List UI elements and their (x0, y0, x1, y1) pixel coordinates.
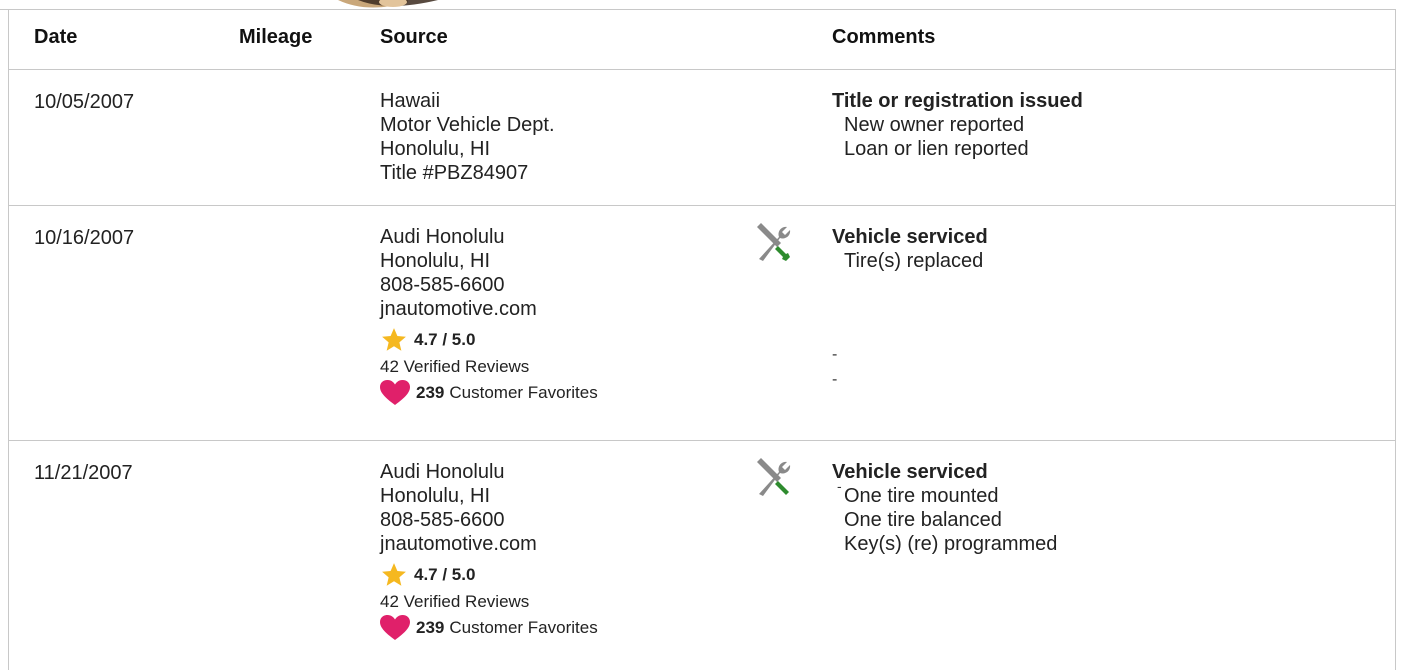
favorites-count: 239 (416, 383, 445, 402)
comment-item: New owner reported (844, 114, 1025, 136)
comment-title: Vehicle serviced (832, 461, 988, 483)
heart-icon (380, 380, 410, 405)
rating-value: 4.7 / 5.0 (414, 330, 476, 349)
favorites-label: Customer Favorites (449, 618, 598, 637)
source-line: 808-585-6600 (380, 509, 505, 531)
heart-icon (380, 615, 410, 640)
source-cell: Audi Honolulu Honolulu, HI 808-585-6600 … (380, 460, 598, 642)
source-line: Honolulu, HI (380, 138, 491, 160)
date-cell: 10/05/2007 (34, 91, 135, 113)
table-header: Date Mileage Source Comments (9, 10, 1395, 70)
dash-placeholder: - (832, 371, 838, 388)
source-line: Title #PBZ84907 (380, 162, 529, 184)
date-cell: 11/21/2007 (34, 462, 133, 484)
comment-item: Key(s) (re) programmed (844, 533, 1058, 555)
verified-reviews-link[interactable]: 42 Verified Reviews (380, 355, 598, 379)
favorites-count: 239 (416, 618, 445, 637)
source-line: Honolulu, HI (380, 250, 491, 272)
dash-placeholder: - (832, 346, 838, 363)
source-line: Audi Honolulu (380, 226, 505, 248)
source-line: Honolulu, HI (380, 485, 491, 507)
comment-title: Vehicle serviced (832, 226, 988, 248)
comments-cell: Title or registration issued New owner r… (832, 89, 1083, 161)
source-line: Audi Honolulu (380, 461, 505, 483)
source-line: Motor Vehicle Dept. (380, 114, 555, 136)
customer-favorites: 239 Customer Favorites (380, 379, 598, 407)
star-icon (382, 328, 406, 351)
column-header-mileage: Mileage (239, 26, 313, 48)
comments-cell: Vehicle serviced One tire mounted One ti… (832, 460, 1057, 556)
table-row: 10/16/2007 Audi Honolulu Honolulu, HI 80… (9, 206, 1395, 441)
dash-placeholder: - (837, 478, 842, 494)
column-header-source: Source (380, 26, 448, 48)
table-row: 11/21/2007 Audi Honolulu Honolulu, HI 80… (9, 441, 1395, 670)
star-icon (382, 563, 406, 586)
comment-item: Tire(s) replaced (844, 250, 984, 272)
column-header-date: Date (34, 26, 78, 48)
column-header-comments: Comments (832, 26, 936, 48)
date-cell: 10/16/2007 (34, 227, 135, 249)
rating-value: 4.7 / 5.0 (414, 565, 476, 584)
table-right-border (1395, 9, 1396, 670)
verified-reviews-link[interactable]: 42 Verified Reviews (380, 590, 598, 614)
vehicle-history-table: Date Mileage Source Comments 10/05/2007 … (0, 0, 1409, 670)
source-line: Hawaii (380, 90, 441, 112)
source-cell: Hawaii Motor Vehicle Dept. Honolulu, HI … (380, 89, 555, 185)
comment-item: One tire mounted (844, 485, 999, 507)
rating[interactable]: 4.7 / 5.0 (380, 325, 598, 355)
source-line[interactable]: jnautomotive.com (380, 532, 598, 556)
table-row: 10/05/2007 Hawaii Motor Vehicle Dept. Ho… (9, 70, 1395, 206)
favorites-label: Customer Favorites (449, 383, 598, 402)
source-line[interactable]: jnautomotive.com (380, 297, 598, 321)
wrench-screwdriver-icon (757, 223, 791, 261)
comments-cell: Vehicle serviced Tire(s) replaced (832, 225, 988, 273)
comment-item: Loan or lien reported (844, 138, 1029, 160)
rating[interactable]: 4.7 / 5.0 (380, 560, 598, 590)
wrench-screwdriver-icon (757, 458, 791, 496)
comment-title: Title or registration issued (832, 90, 1083, 112)
source-line: 808-585-6600 (380, 274, 505, 296)
source-cell: Audi Honolulu Honolulu, HI 808-585-6600 … (380, 225, 598, 407)
comment-item: One tire balanced (844, 509, 1002, 531)
customer-favorites: 239 Customer Favorites (380, 614, 598, 642)
